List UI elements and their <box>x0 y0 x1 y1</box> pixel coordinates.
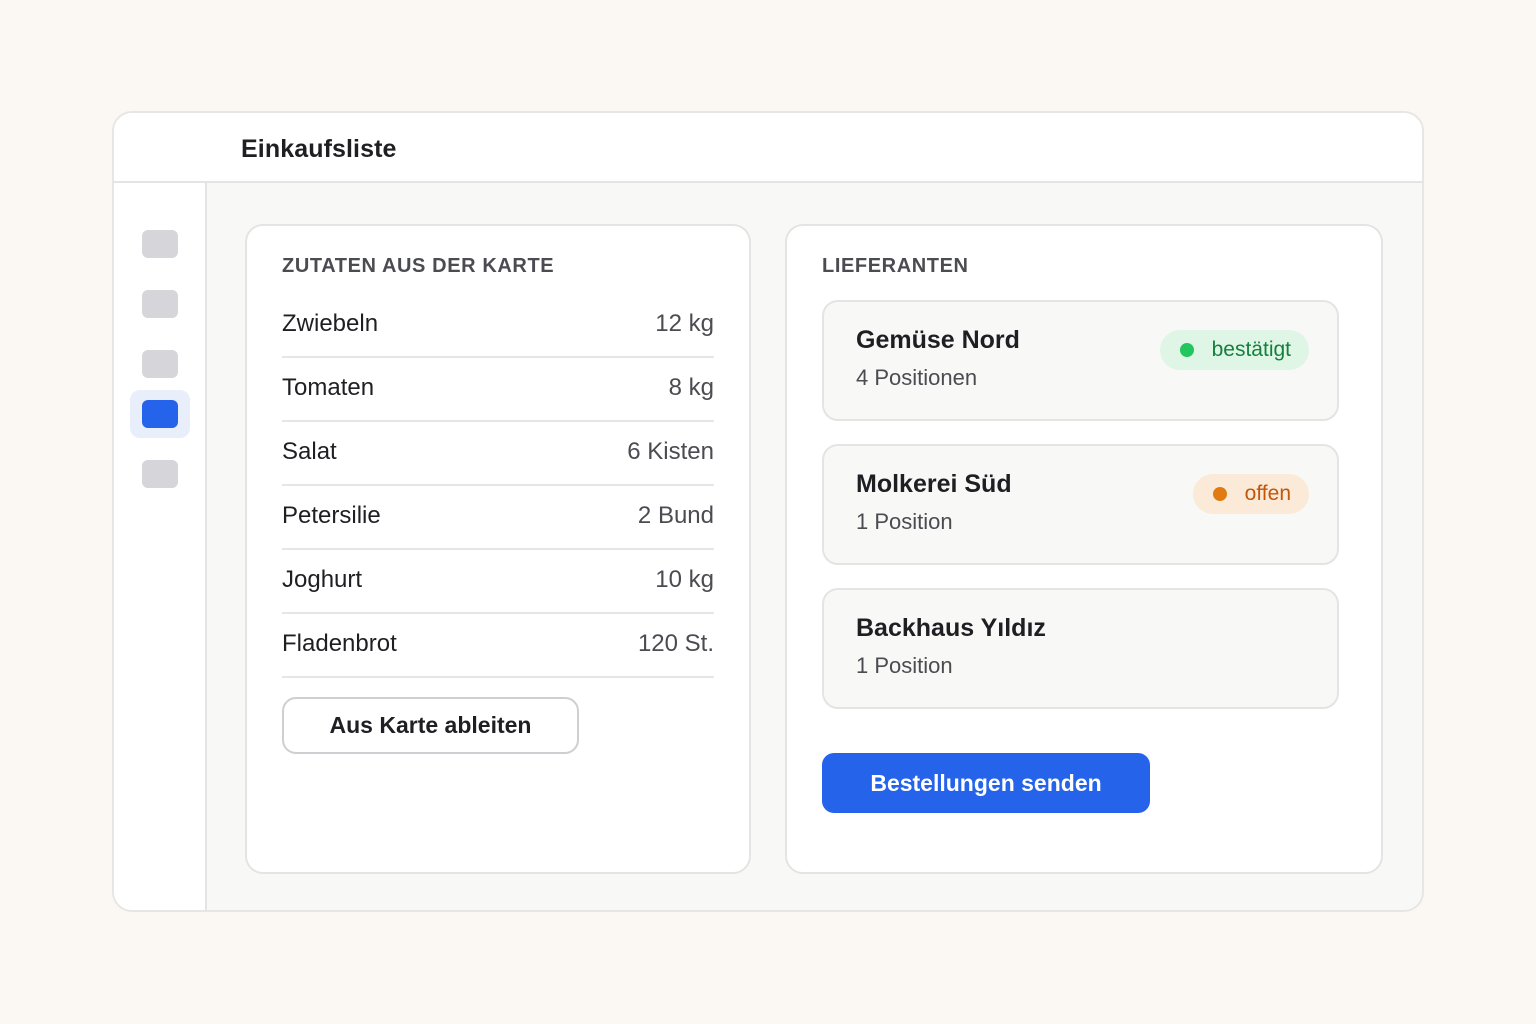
status-dot-icon <box>1212 487 1227 501</box>
nav-placeholder-icon <box>142 460 178 488</box>
ingredient-quantity: 2 Bund <box>637 501 714 529</box>
app-window: Einkaufsliste ZUTATEN AUS DER KARTE Zwie… <box>112 111 1424 912</box>
status-badge: bestätigt <box>1159 330 1309 370</box>
ingredient-name: Salat <box>282 437 337 465</box>
ingredient-row: Fladenbrot 120 St. <box>282 614 714 678</box>
ingredient-row: Tomaten 8 kg <box>282 358 714 422</box>
supplier-name: Molkerei Süd <box>856 470 1012 498</box>
ingredient-row: Joghurt 10 kg <box>282 550 714 614</box>
derive-from-menu-button[interactable]: Aus Karte ableiten <box>282 697 579 754</box>
ingredient-row: Petersilie 2 Bund <box>282 486 714 550</box>
ingredients-list: Zwiebeln 12 kg Tomaten 8 kg Salat 6 Kist… <box>282 294 714 678</box>
ingredients-title: ZUTATEN AUS DER KARTE <box>282 255 555 277</box>
supplier-positions: 1 Position <box>856 653 953 678</box>
supplier-positions: 4 Positionen <box>856 365 978 390</box>
ingredient-quantity: 10 kg <box>655 565 714 593</box>
supplier-card[interactable]: Backhaus Yıldız 1 Position <box>822 588 1339 709</box>
sidebar-item-1[interactable] <box>130 220 190 268</box>
nav-placeholder-icon <box>142 230 178 258</box>
supplier-card[interactable]: Molkerei Süd 1 Position offen <box>822 444 1339 565</box>
ingredient-quantity: 120 St. <box>637 629 714 657</box>
nav-placeholder-icon <box>142 350 178 378</box>
sidebar-item-4-active[interactable] <box>130 390 190 438</box>
supplier-name: Gemüse Nord <box>856 326 1020 354</box>
ingredient-quantity: 12 kg <box>655 309 714 337</box>
status-badge: offen <box>1192 474 1309 514</box>
ingredient-row: Salat 6 Kisten <box>282 422 714 486</box>
ingredient-name: Fladenbrot <box>282 629 397 657</box>
ingredient-name: Joghurt <box>282 565 363 593</box>
ingredient-row: Zwiebeln 12 kg <box>282 294 714 358</box>
status-label: bestätigt <box>1211 338 1291 361</box>
sidebar <box>114 183 207 910</box>
ingredient-name: Petersilie <box>282 501 381 529</box>
supplier-name: Backhaus Yıldız <box>856 614 1046 642</box>
ingredient-name: Tomaten <box>282 373 375 401</box>
sidebar-item-3[interactable] <box>130 340 190 388</box>
sidebar-item-5[interactable] <box>130 450 190 498</box>
ingredient-quantity: 6 Kisten <box>627 437 714 465</box>
send-orders-button[interactable]: Bestellungen senden <box>822 753 1150 813</box>
sidebar-item-2[interactable] <box>130 280 190 328</box>
ingredients-card: ZUTATEN AUS DER KARTE Zwiebeln 12 kg Tom… <box>245 224 751 874</box>
supplier-positions: 1 Position <box>856 509 953 534</box>
nav-placeholder-icon <box>142 290 178 318</box>
supplier-card[interactable]: Gemüse Nord 4 Positionen bestätigt <box>822 300 1339 421</box>
title-bar: Einkaufsliste <box>114 113 1422 183</box>
ingredient-quantity: 8 kg <box>668 373 714 401</box>
status-dot-icon <box>1179 343 1194 357</box>
ingredient-name: Zwiebeln <box>282 309 379 337</box>
status-label: offen <box>1244 482 1291 505</box>
nav-placeholder-icon <box>142 400 178 428</box>
suppliers-title: LIEFERANTEN <box>822 255 969 277</box>
page-title: Einkaufsliste <box>241 135 397 163</box>
suppliers-card: LIEFERANTEN Gemüse Nord 4 Positionen bes… <box>785 224 1383 874</box>
